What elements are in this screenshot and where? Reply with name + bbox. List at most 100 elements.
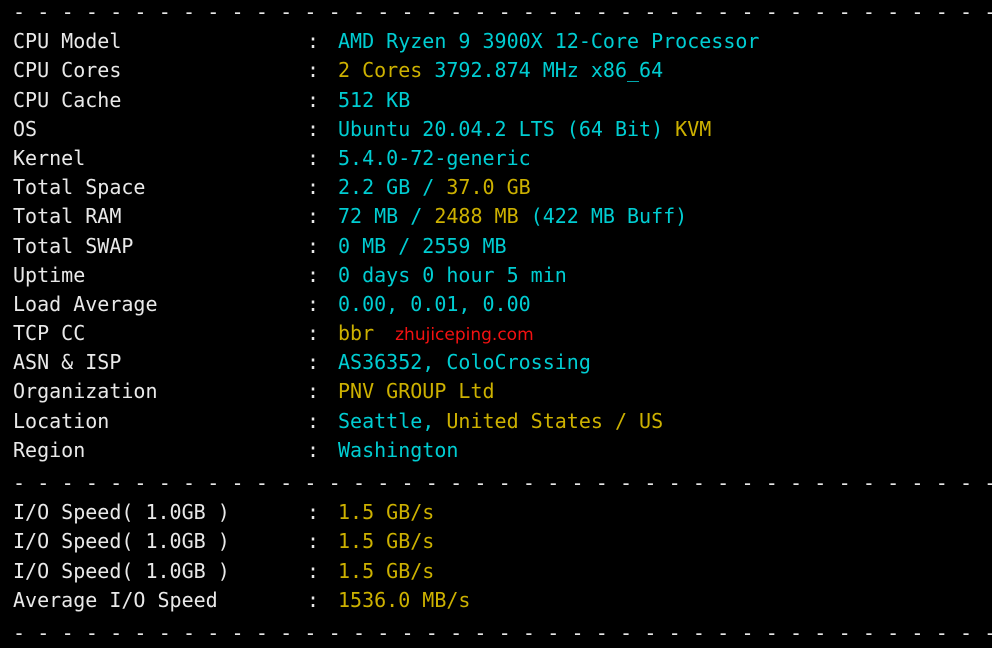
system-info-value-segment: 72 MB / xyxy=(338,204,435,229)
field-colon: : xyxy=(307,262,320,287)
io-speed-label: Average I/O Speed xyxy=(13,587,218,612)
system-info-label: ASN & ISP xyxy=(13,350,122,375)
system-info-row: Region: Washington xyxy=(13,436,992,465)
field-colon: : xyxy=(307,558,320,583)
system-info-value-segment: 512 KB xyxy=(338,87,411,112)
system-info-label: TCP CC xyxy=(13,321,86,346)
system-info-value-segment: KVM xyxy=(675,116,712,141)
field-colon: : xyxy=(307,116,320,141)
io-speed-value-segment: 1536.0 MB/s xyxy=(338,587,471,612)
system-info-value-segment: 5.4.0-72-generic xyxy=(338,145,531,170)
io-speed-value-segment: 1.5 GB/s xyxy=(338,558,435,583)
system-info-label: CPU Cores xyxy=(13,58,122,83)
field-colon: : xyxy=(307,58,320,83)
system-info-label: Total Space xyxy=(13,175,146,200)
site-watermark: zhujiceping.com xyxy=(395,325,534,346)
io-speed-value: 1.5 GB/s xyxy=(338,529,434,553)
system-info-value-segment: 0 MB / 2559 MB xyxy=(338,233,507,258)
system-info-value-segment: 2488 MB xyxy=(434,204,531,229)
system-info-row: Total RAM:72 MB / 2488 MB (422 MB Buff) xyxy=(13,202,992,231)
system-info-value: 512 KB xyxy=(338,88,410,112)
system-info-row: Kernel:5.4.0-72-generic xyxy=(13,144,992,173)
system-info-value-segment: bbr xyxy=(338,321,375,346)
system-info-row: CPU Cache:512 KB xyxy=(13,86,992,115)
io-speed-value-segment: 1.5 GB/s xyxy=(338,500,435,525)
system-info-value-segment: 37.0 GB xyxy=(446,175,531,200)
system-info-row: OS: Ubuntu 20.04.2 LTS (64 Bit) KVM xyxy=(13,115,992,144)
system-info-label: Kernel xyxy=(13,145,86,170)
field-colon: : xyxy=(307,291,320,316)
system-info-value: 0 MB / 2559 MB xyxy=(338,234,507,258)
field-colon: : xyxy=(307,175,320,200)
system-info-value-segment: 3792.874 MHz x86_64 xyxy=(434,58,664,83)
field-colon: : xyxy=(307,233,320,258)
system-info-value-segment: Seattle, xyxy=(338,408,447,433)
separator-line-middle: - - - - - - - - - - - - - - - - - - - - … xyxy=(13,471,992,495)
field-colon: : xyxy=(307,204,320,229)
system-info-value: 0.00, 0.01, 0.00 xyxy=(338,292,531,316)
field-colon: : xyxy=(307,87,320,112)
system-info-value-segment: 2 Cores xyxy=(338,58,435,83)
system-info-label: CPU Cache xyxy=(13,87,122,112)
io-speed-value-segment: 1.5 GB/s xyxy=(338,529,435,554)
system-info-section: CPU Model: AMD Ryzen 9 3900X 12-Core Proc… xyxy=(0,27,992,465)
field-colon: : xyxy=(307,350,320,375)
system-info-value: AMD Ryzen 9 3900X 12-Core Processor xyxy=(338,29,759,53)
io-speed-value: 1.5 GB/s xyxy=(338,559,434,583)
io-speed-row: Average I/O Speed:1536.0 MB/s xyxy=(13,586,992,615)
system-info-value-segment: AS36352, ColoCrossing xyxy=(338,350,591,375)
system-info-label: Uptime xyxy=(13,262,86,287)
system-info-value-segment: United States / US xyxy=(446,408,664,433)
system-info-value: AS36352, ColoCrossing xyxy=(338,350,591,374)
separator-line-bottom: - - - - - - - - - - - - - - - - - - - - … xyxy=(13,620,992,645)
system-info-value: 0 days 0 hour 5 min xyxy=(338,263,567,287)
system-info-value-segment: Ubuntu 20.04.2 LTS (64 Bit) xyxy=(338,116,676,141)
system-info-value: Ubuntu 20.04.2 LTS (64 Bit) KVM xyxy=(338,117,711,141)
system-info-label: Load Average xyxy=(13,291,158,316)
system-info-value-segment: Washington xyxy=(338,437,459,462)
io-speed-section: I/O Speed( 1.0GB ):1.5 GB/s I/O Speed( 1.… xyxy=(0,498,992,615)
system-info-value-segment: 0.00, 0.01, 0.00 xyxy=(338,291,531,316)
system-info-value: 72 MB / 2488 MB (422 MB Buff) xyxy=(338,204,687,228)
system-info-value: PNV GROUP Ltd xyxy=(338,379,495,403)
io-speed-label: I/O Speed( 1.0GB ) xyxy=(13,558,230,583)
system-info-row: Total Space:2.2 GB / 37.0 GB xyxy=(13,173,992,202)
system-info-label: Location xyxy=(13,408,110,433)
system-info-label: Total RAM xyxy=(13,204,122,229)
field-colon: : xyxy=(307,500,320,525)
field-colon: : xyxy=(307,29,320,54)
io-speed-label: I/O Speed( 1.0GB ) xyxy=(13,500,230,525)
io-speed-value: 1.5 GB/s xyxy=(338,500,434,524)
system-info-value-segment: PNV GROUP Ltd xyxy=(338,379,495,404)
io-speed-row: I/O Speed( 1.0GB ):1.5 GB/s xyxy=(13,498,992,527)
system-info-value: 2.2 GB / 37.0 GB xyxy=(338,175,531,199)
io-speed-label: I/O Speed( 1.0GB ) xyxy=(13,529,230,554)
terminal-output: - - - - - - - - - - - - - - - - - - - - … xyxy=(0,0,992,645)
system-info-row: Total SWAP:0 MB / 2559 MB xyxy=(13,232,992,261)
system-info-value: Seattle, United States / US xyxy=(338,409,663,433)
io-speed-row: I/O Speed( 1.0GB ):1.5 GB/s xyxy=(13,527,992,556)
system-info-value: 2 Cores 3792.874 MHz x86_64 xyxy=(338,58,663,82)
system-info-label: Region xyxy=(13,437,86,462)
system-info-label: CPU Model xyxy=(13,29,122,54)
field-colon: : xyxy=(307,408,320,433)
field-colon: : xyxy=(307,379,320,404)
system-info-row: ASN & ISP: AS36352, ColoCrossing xyxy=(13,348,992,377)
field-colon: : xyxy=(307,587,320,612)
field-colon: : xyxy=(307,529,320,554)
system-info-value: bbr xyxy=(338,321,374,345)
system-info-row: Organization: PNV GROUP Ltd xyxy=(13,377,992,406)
system-info-row: Location: Seattle, United States / US xyxy=(13,407,992,436)
field-colon: : xyxy=(307,437,320,462)
system-info-row: CPU Cores:2 Cores 3792.874 MHz x86_64 xyxy=(13,56,992,85)
io-speed-value: 1536.0 MB/s xyxy=(338,588,470,612)
system-info-row: TCP CC: bbr zhujiceping.com xyxy=(13,319,992,348)
system-info-label: Total SWAP xyxy=(13,233,134,258)
io-speed-row: I/O Speed( 1.0GB ):1.5 GB/s xyxy=(13,557,992,586)
system-info-row: Uptime:0 days 0 hour 5 min xyxy=(13,261,992,290)
system-info-value-segment: 0 days 0 hour 5 min xyxy=(338,262,567,287)
system-info-value: Washington xyxy=(338,438,458,462)
system-info-value-segment: (422 MB Buff) xyxy=(530,204,688,229)
field-colon: : xyxy=(307,145,320,170)
system-info-label: OS xyxy=(13,116,38,141)
